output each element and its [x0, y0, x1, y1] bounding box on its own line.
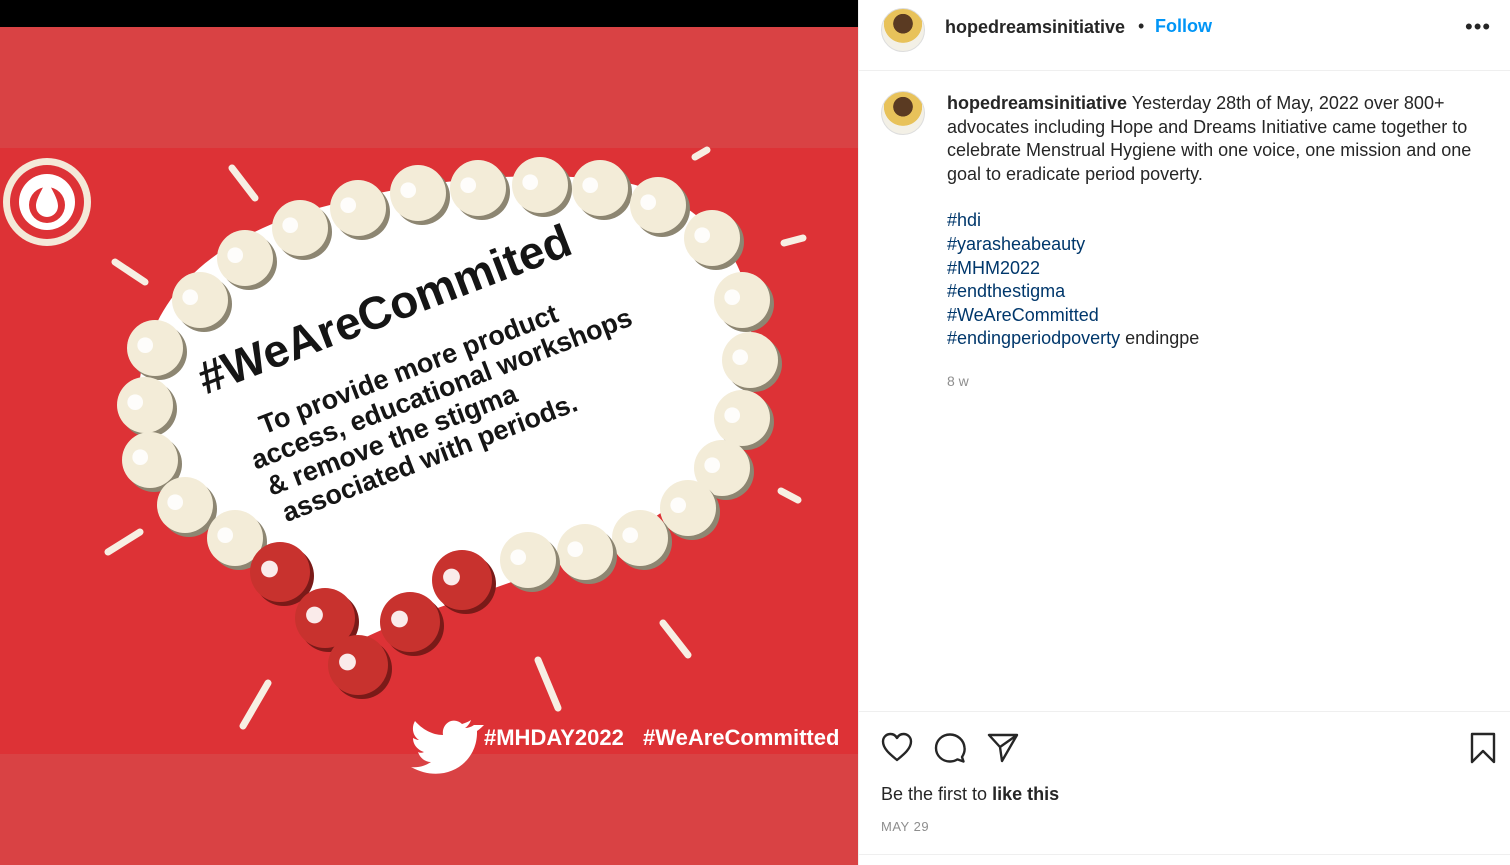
like-this-link[interactable]: like this [992, 784, 1059, 804]
bookmark-icon[interactable] [1469, 732, 1497, 769]
likes-text: Be the first to like this [881, 784, 1059, 805]
hashtag-list: #hdi #yarasheabeauty #MHM2022 #endthesti… [947, 209, 1492, 351]
hashtag-endthestigma[interactable]: #endthestigma [947, 281, 1065, 301]
likes-prefix: Be the first to [881, 784, 988, 804]
hashtag-hdi[interactable]: #hdi [947, 210, 981, 230]
post-header: hopedreamsinitiative • Follow ••• [859, 0, 1510, 71]
share-icon[interactable] [987, 732, 1019, 769]
poster-graphic: #WeAreCommited To provide more product a… [3, 146, 839, 774]
separator-dot: • [1138, 16, 1145, 36]
menstrual-drop-logo [3, 158, 91, 246]
caption-avatar[interactable] [881, 91, 925, 135]
comment-icon[interactable] [934, 732, 966, 769]
follow-button[interactable]: Follow [1155, 16, 1212, 37]
caption-body: hopedreamsinitiative Yesterday 28th of M… [947, 92, 1492, 351]
caption-timestamp[interactable]: 8 w [947, 373, 969, 389]
twitter-bird-icon [411, 720, 484, 774]
caption-trailing-text: endingpe [1125, 328, 1200, 349]
post-date[interactable]: MAY 29 [881, 819, 929, 834]
hashtag-mhm2022[interactable]: #MHM2022 [947, 258, 1040, 278]
hashtag-yarasheabeauty[interactable]: #yarasheabeauty [947, 234, 1085, 254]
header-username[interactable]: hopedreamsinitiative [945, 17, 1125, 38]
divider [859, 854, 1510, 855]
footer-tag-mhday: #MHDAY2022 [484, 725, 624, 750]
hashtag-wearecommitted[interactable]: #WeAreCommitted [947, 305, 1099, 325]
post-sidebar: hopedreamsinitiative • Follow ••• hopedr… [858, 0, 1510, 865]
more-options-icon[interactable]: ••• [1465, 14, 1491, 40]
caption-username[interactable]: hopedreamsinitiative [947, 93, 1127, 113]
footer-tag-wearecommitted: #WeAreCommitted [643, 725, 839, 750]
heart-icon[interactable] [881, 732, 913, 767]
avatar[interactable] [881, 8, 925, 52]
post-image[interactable]: #WeAreCommited To provide more product a… [0, 0, 858, 865]
hashtag-endingperiodpoverty[interactable]: #endingperiodpoverty [947, 328, 1120, 348]
action-bar [859, 711, 1510, 782]
